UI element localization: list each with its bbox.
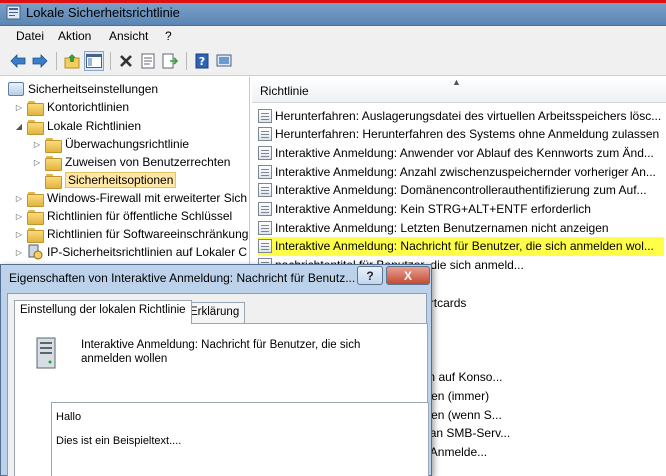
- policy-row-label: Interaktive Anmeldung: Anwender vor Abla…: [275, 145, 654, 160]
- tree-item-ueberwachungsrichtlinie[interactable]: ▷ Überwachungsrichtlinie: [32, 135, 189, 153]
- toolbar-separator: [56, 52, 57, 70]
- title-accent-bar: [0, 0, 666, 3]
- policy-name: Interaktive Anmeldung: Nachricht für Ben…: [81, 339, 361, 365]
- policy-icon: [258, 108, 272, 123]
- show-hide-tree-icon: [86, 54, 102, 68]
- back-button[interactable]: [8, 51, 28, 71]
- menu-aktion[interactable]: Aktion: [58, 29, 91, 43]
- toolbar: ?: [0, 46, 666, 76]
- folder-icon: [27, 227, 44, 243]
- policy-row[interactable]: Interaktive Anmeldung: Domänencontroller…: [258, 181, 664, 200]
- help-button[interactable]: ?: [192, 51, 212, 71]
- properties-dialog[interactable]: Eigenschaften von Interaktive Anmeldung:…: [0, 264, 432, 476]
- dialog-title: Eigenschaften von Interaktive Anmeldung:…: [9, 271, 356, 285]
- folder-icon: [45, 137, 62, 153]
- server-icon: [36, 337, 56, 369]
- policy-row-label: Interaktive Anmeldung: Nachricht für Ben…: [275, 239, 654, 254]
- up-folder-icon: [64, 54, 80, 69]
- folder-icon: [27, 209, 44, 225]
- tree-item-softwareeinschraenkung[interactable]: ▷ Richtlinien für Softwareeinschränkung: [14, 225, 248, 243]
- tree-item-zuweisen-von-benutzerrechten[interactable]: ▷ Zuweisen von Benutzerrechten: [32, 153, 230, 171]
- policy-row-label: Interaktive Anmeldung: Letzten Benutzern…: [275, 220, 609, 235]
- column-header-richtlinie[interactable]: ▲ Richtlinie: [252, 77, 666, 103]
- menu-ansicht[interactable]: Ansicht: [109, 29, 148, 43]
- message-line-1: Hallo: [56, 411, 82, 423]
- properties-button[interactable]: [138, 51, 158, 71]
- security-settings-icon: [8, 82, 24, 96]
- svg-text:?: ?: [199, 55, 205, 68]
- policy-icon: [258, 183, 272, 198]
- folder-icon: [27, 119, 44, 135]
- up-one-level-button[interactable]: [62, 51, 82, 71]
- expand-arrow-icon[interactable]: ▷: [14, 103, 24, 112]
- mmc-button[interactable]: [214, 51, 234, 71]
- window-titlebar[interactable]: Lokale Sicherheitsrichtlinie: [0, 0, 666, 26]
- menu-bar: Datei Aktion Ansicht ?: [0, 26, 666, 46]
- message-textarea[interactable]: Hallo Dies ist ein Beispieltext....: [51, 402, 429, 476]
- policy-icon: [258, 202, 272, 216]
- policy-row-label: Interaktive Anmeldung: Domänencontroller…: [275, 183, 647, 198]
- help-icon: ?: [195, 53, 209, 69]
- export-list-button[interactable]: [160, 51, 180, 71]
- policy-row[interactable]: Herunterfahren: Herunterfahren des Syste…: [258, 125, 664, 144]
- policy-row[interactable]: Interaktive Anmeldung: Letzten Benutzern…: [258, 218, 664, 237]
- expand-arrow-icon[interactable]: ▷: [14, 230, 24, 239]
- policy-icon: [258, 239, 272, 254]
- policy-icon: [258, 145, 272, 160]
- toolbar-separator: [186, 52, 187, 70]
- policy-row-label: Interaktive Anmeldung: Anzahl zwischenzu…: [275, 164, 656, 179]
- tree-item-sicherheitseinstellungen[interactable]: Sicherheitseinstellungen: [8, 80, 158, 98]
- window-title: Lokale Sicherheitsrichtlinie: [26, 5, 180, 20]
- expand-arrow-icon[interactable]: ▷: [32, 140, 42, 149]
- policy-row[interactable]: Interaktive Anmeldung: Anzahl zwischenzu…: [258, 162, 664, 181]
- expand-arrow-icon[interactable]: ▷: [14, 212, 24, 221]
- ip-security-icon: [28, 244, 43, 260]
- dialog-help-button[interactable]: ?: [357, 266, 383, 285]
- mmc-icon: [216, 54, 232, 67]
- policy-icon: [258, 164, 272, 179]
- policy-row-label: Herunterfahren: Herunterfahren des Syste…: [275, 127, 660, 142]
- security-policy-app-icon: [6, 5, 21, 20]
- forward-button[interactable]: [30, 51, 50, 71]
- tab-lokale-richtlinie[interactable]: Einstellung der lokalen Richtlinie: [14, 300, 192, 324]
- dialog-body: Einstellung der lokalen Richtlinie Erklä…: [7, 293, 429, 476]
- tree-item-oeffentliche-schluessel[interactable]: ▷ Richtlinien für öffentliche Schlüssel: [14, 207, 232, 225]
- policy-row[interactable]: Interaktive Anmeldung: Anwender vor Abla…: [258, 143, 664, 162]
- menu-help[interactable]: ?: [165, 29, 172, 43]
- policy-row[interactable]: Interaktive Anmeldung: Kein STRG+ALT+ENT…: [258, 200, 664, 219]
- tree-item-kontorichtlinien[interactable]: ▷ Kontorichtlinien: [14, 98, 129, 116]
- tab-panel: Interaktive Anmeldung: Nachricht für Ben…: [14, 323, 429, 476]
- export-list-icon: [162, 53, 178, 69]
- folder-open-icon: [45, 173, 62, 189]
- tree-item-sicherheitsoptionen[interactable]: Sicherheitsoptionen: [32, 171, 177, 189]
- folder-icon: [27, 100, 44, 116]
- forward-arrow-icon: [32, 54, 48, 68]
- tree-item-ip-sicherheitsrichtlinien[interactable]: ▷ IP-Sicherheitsrichtlinien auf Lokaler …: [14, 243, 247, 261]
- properties-icon: [141, 53, 155, 69]
- policy-row[interactable]: Interaktive Anmeldung: Nachricht für Ben…: [258, 236, 664, 256]
- dialog-close-button[interactable]: X: [386, 266, 430, 285]
- collapse-arrow-icon[interactable]: ◢: [14, 122, 24, 131]
- policy-icon: [258, 127, 272, 142]
- policy-icon: [258, 220, 272, 235]
- delete-x-icon: [120, 55, 132, 67]
- tree-item-windows-firewall[interactable]: ▷ Windows-Firewall mit erweiterter Sich: [14, 189, 247, 207]
- show-hide-tree-button[interactable]: [84, 51, 104, 71]
- tab-erklaerung[interactable]: Erklärung: [184, 302, 246, 323]
- policy-row-label: Interaktive Anmeldung: Kein STRG+ALT+ENT…: [275, 202, 591, 216]
- folder-icon: [45, 155, 62, 171]
- policy-row[interactable]: Herunterfahren: Auslagerungsdatei des vi…: [258, 106, 664, 125]
- message-line-2: Dies ist ein Beispieltext....: [56, 435, 182, 447]
- expand-arrow-icon[interactable]: ▷: [14, 248, 24, 257]
- tree-item-lokale-richtlinien[interactable]: ◢ Lokale Richtlinien: [14, 117, 141, 135]
- menu-datei[interactable]: Datei: [16, 29, 44, 43]
- delete-button[interactable]: [116, 51, 136, 71]
- expand-arrow-icon[interactable]: ▷: [14, 194, 24, 203]
- folder-icon: [27, 191, 44, 207]
- policy-row-label: Herunterfahren: Auslagerungsdatei des vi…: [275, 108, 662, 123]
- expand-arrow-icon[interactable]: ▷: [32, 158, 42, 167]
- sort-ascending-icon: ▲: [452, 77, 461, 87]
- back-arrow-icon: [10, 54, 26, 68]
- toolbar-separator: [110, 52, 111, 70]
